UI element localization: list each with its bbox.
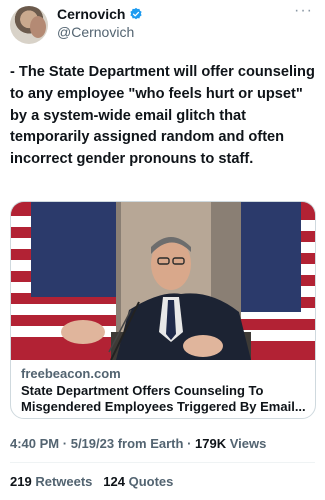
- avatar[interactable]: [10, 6, 48, 44]
- tweet-time[interactable]: 4:40 PM: [10, 436, 59, 451]
- author-handle[interactable]: @Cernovich: [57, 24, 134, 40]
- author-display-name[interactable]: Cernovich: [57, 6, 125, 22]
- meta-separator: ·: [187, 436, 196, 451]
- tweet-date[interactable]: 5/19/23: [71, 436, 114, 451]
- tweet-header: Cernovich @Cernovich ···: [0, 0, 325, 48]
- meta-separator: ·: [62, 436, 71, 451]
- quotes-stat[interactable]: 124 Quotes: [103, 474, 173, 489]
- retweets-label: Retweets: [35, 474, 93, 489]
- tweet-meta: 4:40 PM · 5/19/23 from Earth · 179K View…: [10, 436, 266, 451]
- views-count: 179K: [195, 436, 227, 451]
- retweets-count: 219: [10, 474, 32, 489]
- tweet-stats: 219 Retweets 124 Quotes: [10, 474, 173, 489]
- retweets-stat[interactable]: 219 Retweets: [10, 474, 92, 489]
- card-domain: freebeacon.com: [21, 366, 121, 381]
- card-image: [11, 202, 315, 360]
- divider: [10, 462, 315, 463]
- verified-badge-icon: [130, 7, 143, 20]
- more-options-icon[interactable]: ···: [294, 2, 313, 20]
- quotes-count: 124: [103, 474, 125, 489]
- views-label: Views: [229, 436, 267, 451]
- link-card[interactable]: freebeacon.com State Department Offers C…: [10, 201, 316, 419]
- quotes-label: Quotes: [128, 474, 174, 489]
- author-name-row[interactable]: Cernovich: [57, 6, 143, 22]
- tweet-text: - The State Department will offer counse…: [10, 64, 315, 168]
- tweet-source: from Earth: [117, 436, 184, 451]
- card-title: State Department Offers Counseling To Mi…: [21, 383, 306, 414]
